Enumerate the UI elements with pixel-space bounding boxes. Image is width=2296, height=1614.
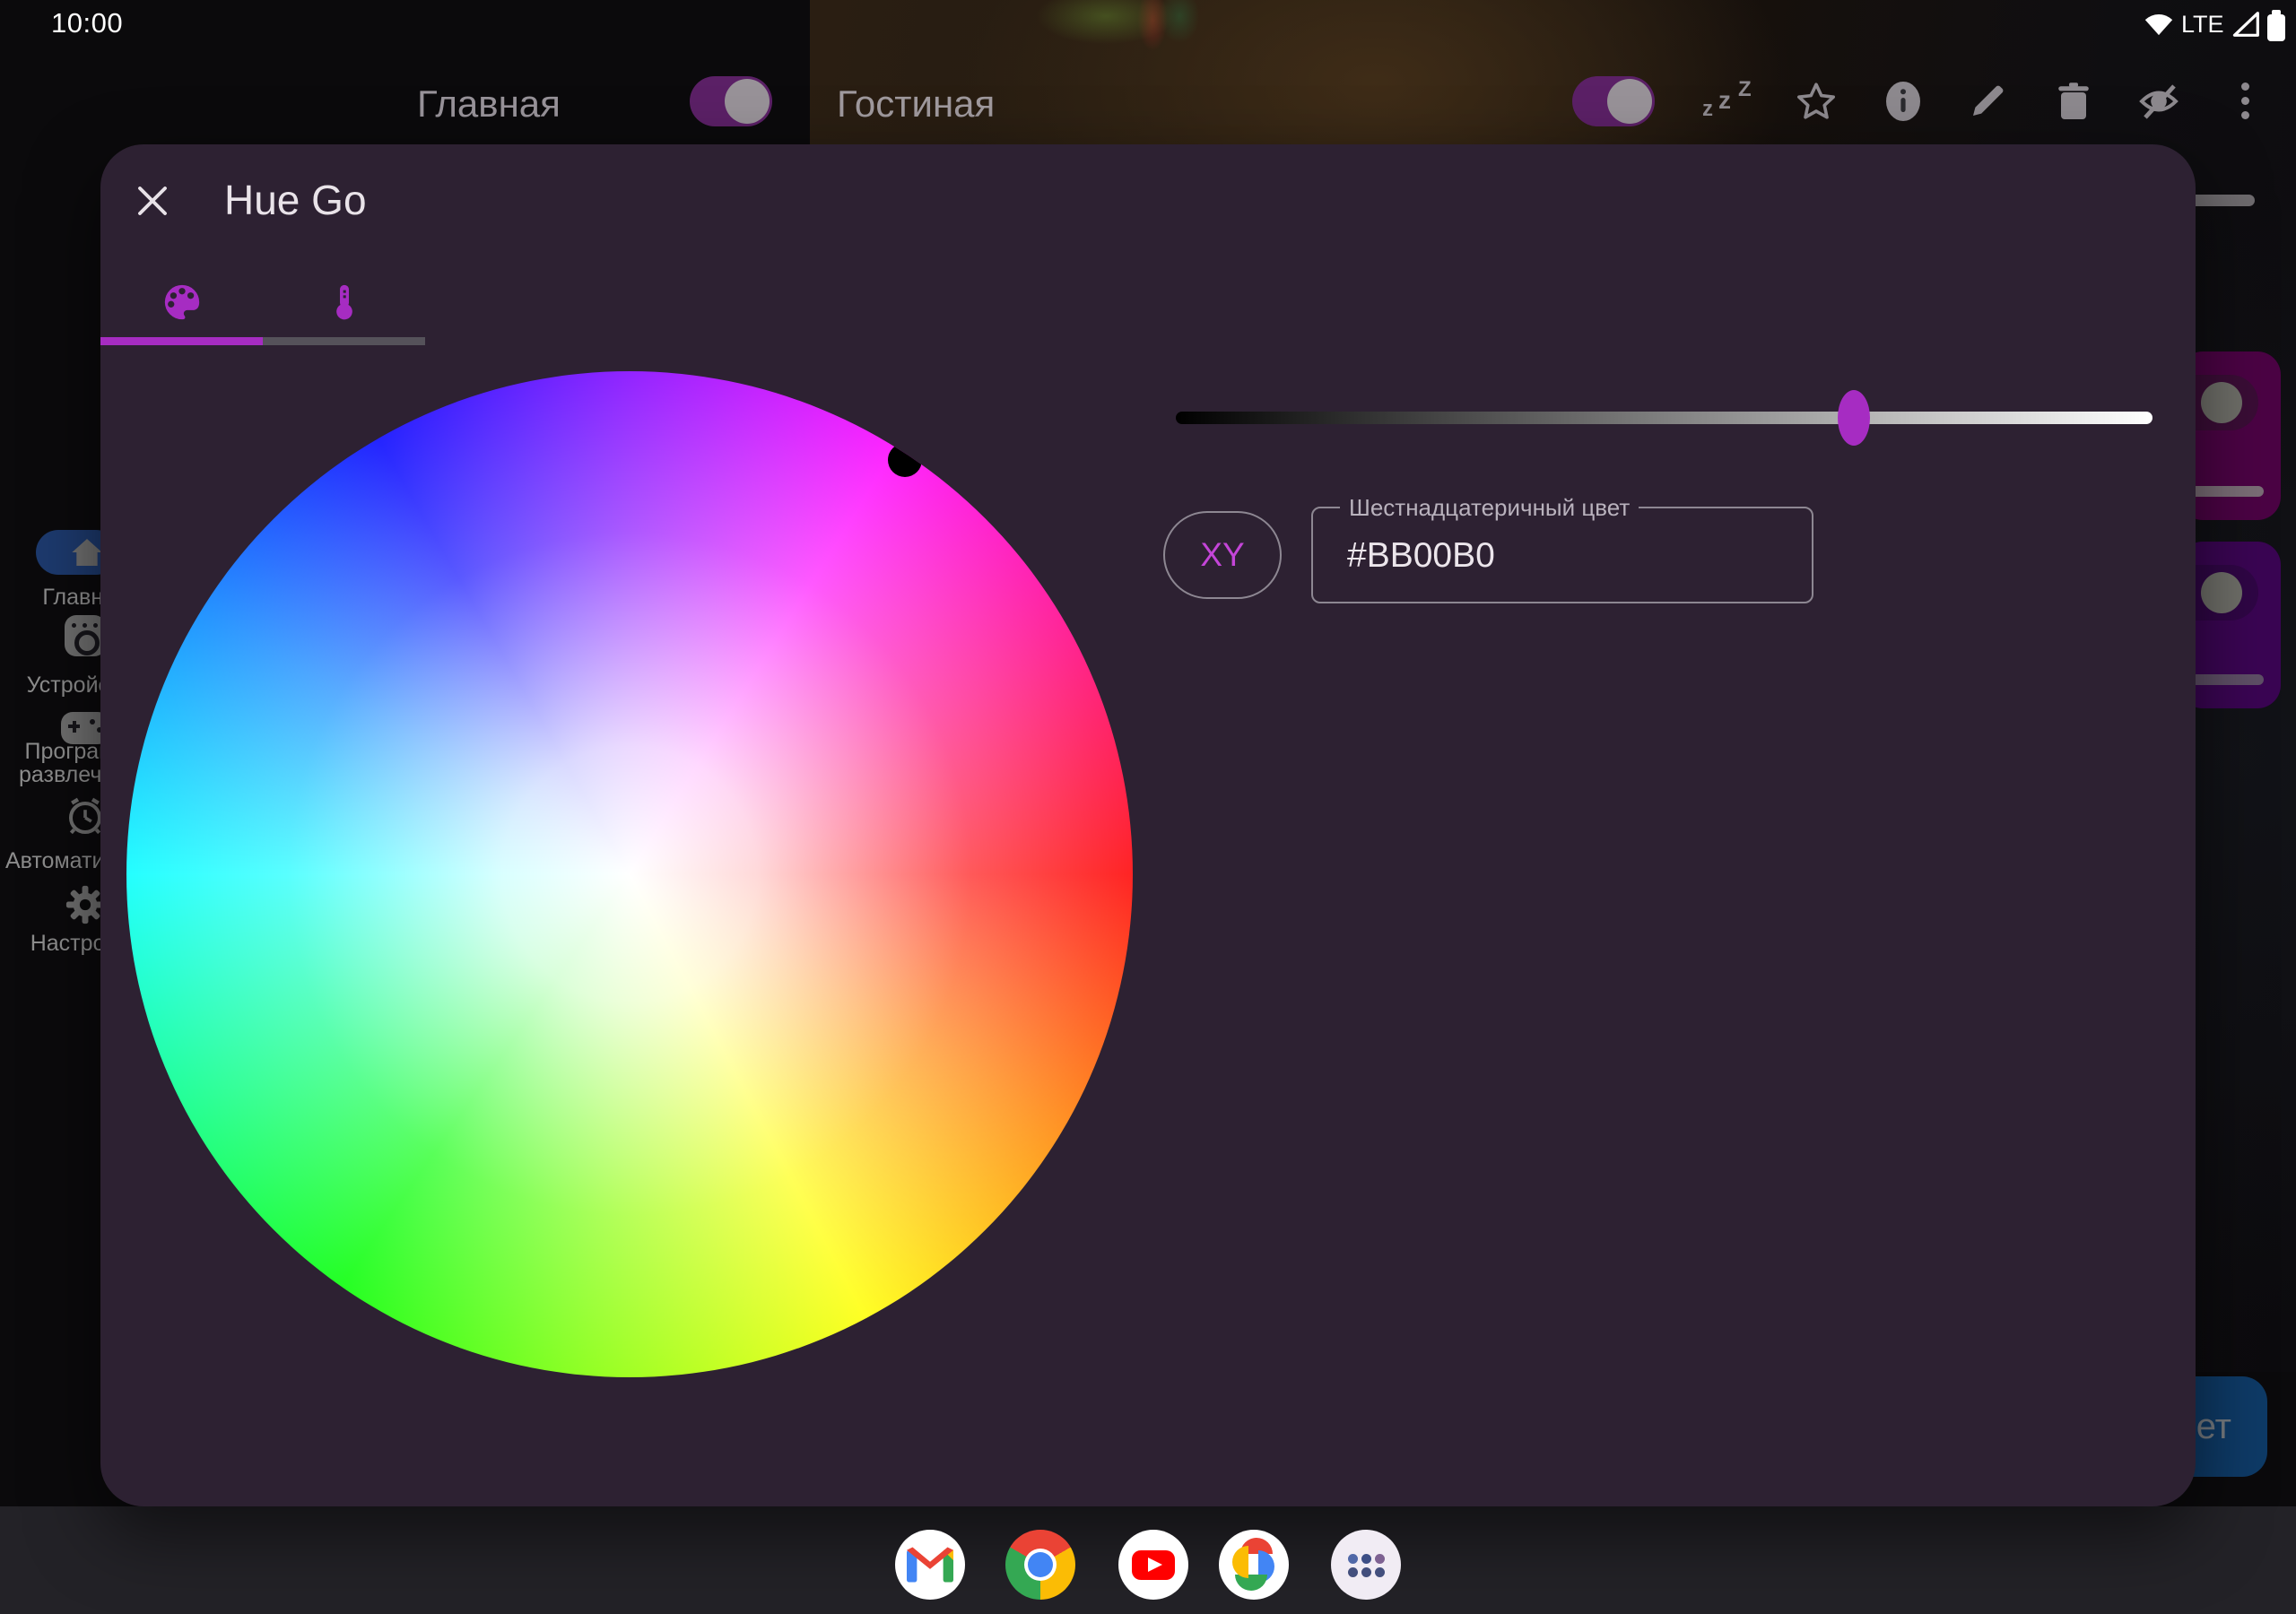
- active-tab-underline: [100, 337, 263, 345]
- photos-icon[interactable]: [1219, 1530, 1289, 1600]
- battery-icon: [2267, 14, 2285, 41]
- tab-color-picker[interactable]: [100, 267, 263, 337]
- color-wheel[interactable]: [126, 371, 1133, 1377]
- network-type-label: LTE: [2181, 11, 2224, 39]
- chrome-icon[interactable]: [1005, 1530, 1075, 1600]
- dialog-title: Hue Go: [224, 176, 367, 224]
- hex-color-input[interactable]: [1345, 508, 1779, 603]
- room-toggle[interactable]: [1572, 76, 1655, 126]
- star-icon[interactable]: [1795, 80, 1838, 123]
- brightness-slider-thumb[interactable]: [1838, 390, 1870, 446]
- signal-icon: [2232, 11, 2261, 38]
- clock: 10:00: [51, 7, 123, 39]
- inactive-tab-underline: [263, 337, 425, 345]
- home-toggle-thumb: [725, 79, 770, 124]
- close-x-icon[interactable]: [134, 182, 171, 220]
- info-icon[interactable]: [1882, 80, 1925, 123]
- thermometer-icon: [324, 282, 365, 323]
- home-toggle[interactable]: [690, 76, 772, 126]
- wheel-selector[interactable]: [888, 443, 922, 477]
- palette-icon: [161, 282, 203, 323]
- sleep-zzz-icon[interactable]: z z Z: [1702, 77, 1745, 120]
- home-icon[interactable]: [69, 534, 105, 570]
- light-card-2-toggle-thumb: [2201, 572, 2242, 613]
- gmail-icon[interactable]: [895, 1530, 965, 1600]
- home-tab-label[interactable]: Главная: [417, 82, 561, 126]
- tab-color-temperature[interactable]: [263, 267, 425, 337]
- edit-pencil-icon[interactable]: [1966, 80, 2009, 123]
- hex-field-label: Шестнадцатеричный цвет: [1340, 494, 1639, 522]
- xy-mode-button[interactable]: XY: [1163, 511, 1282, 599]
- wifi-icon: [2144, 11, 2174, 38]
- room-tab-label[interactable]: Гостиная: [837, 82, 995, 126]
- light-card-1-toggle-thumb: [2201, 382, 2242, 423]
- brightness-slider[interactable]: [1176, 412, 2152, 424]
- trash-icon[interactable]: [2052, 80, 2095, 123]
- youtube-icon[interactable]: [1118, 1530, 1188, 1600]
- xy-mode-button-label: XY: [1200, 536, 1244, 574]
- room-toggle-thumb: [1607, 79, 1652, 124]
- kebab-menu-icon[interactable]: [2241, 82, 2249, 119]
- app-drawer-icon[interactable]: [1331, 1530, 1401, 1600]
- battery-nub: [2272, 10, 2281, 15]
- eye-off-icon[interactable]: [2137, 80, 2180, 123]
